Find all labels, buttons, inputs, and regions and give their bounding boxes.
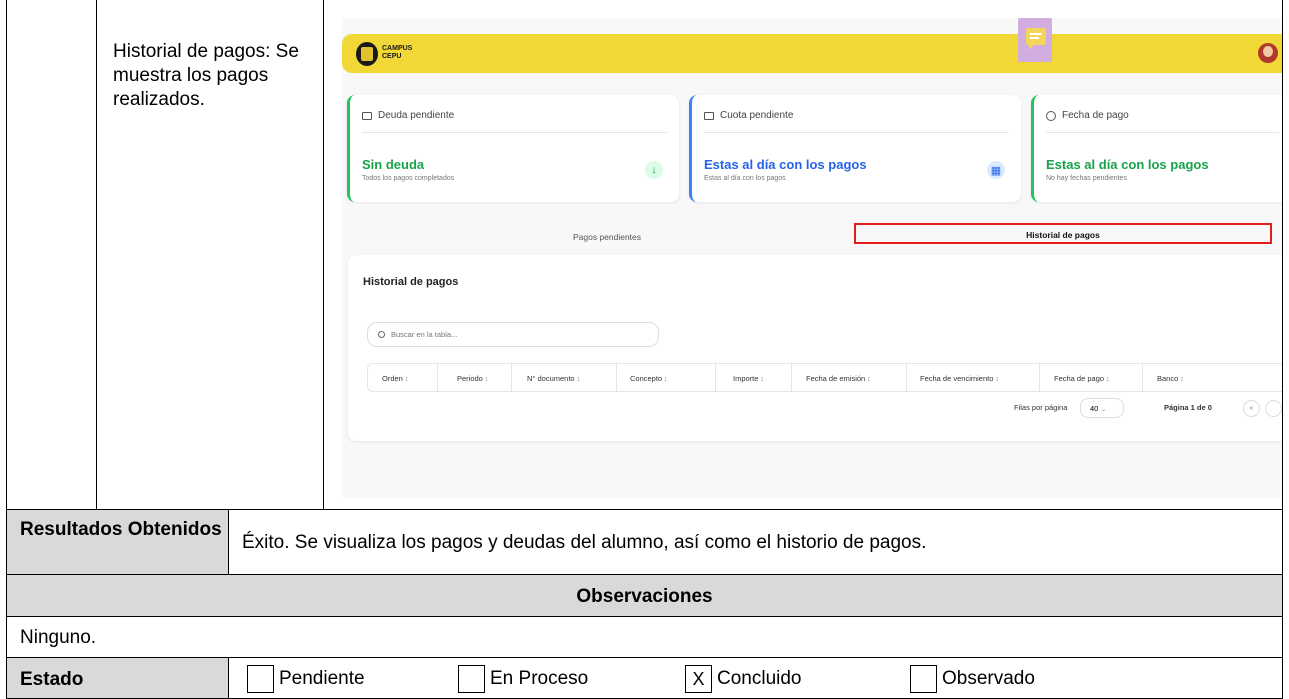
column-header[interactable]: Fecha de vencimiento [920, 374, 999, 383]
panel-title: Historial de pagos [363, 276, 459, 288]
status-option-observado[interactable]: Observado [910, 665, 1035, 693]
search-icon [378, 331, 385, 338]
column-header[interactable]: Periodo [457, 374, 488, 383]
app-screenshot: CAMPUS CEPU Deuda pendiente Sin deuda To… [342, 18, 1282, 498]
column-header[interactable]: Banco [1157, 374, 1184, 383]
observations-text: Ninguno. [20, 627, 97, 648]
status-option-label: Concluido [717, 668, 802, 689]
rows-per-page-label: Filas por página [1014, 403, 1068, 412]
debt-card-subtitle: Todos los pagos completados [362, 175, 455, 182]
column-header[interactable]: Fecha de pago [1054, 374, 1110, 383]
status-checkbox[interactable] [247, 665, 274, 693]
installment-card: Cuota pendiente Estas al día con los pag… [689, 95, 1021, 202]
column-header[interactable]: Importe [733, 374, 764, 383]
observations-text-cell: Ninguno. [6, 616, 1283, 658]
tab-payment-history[interactable]: Historial de pagos [854, 223, 1272, 244]
status-checkbox[interactable]: X [685, 665, 712, 693]
rows-per-page-value: 40 [1090, 404, 1099, 413]
column-header[interactable]: Fecha de emisión [806, 374, 871, 383]
first-page-button[interactable]: « [1243, 400, 1260, 417]
status-checkbox[interactable] [458, 665, 485, 693]
calendar-icon: ▦ [987, 161, 1005, 179]
payment-history-panel: Historial de pagos Buscar en la tabla...… [348, 255, 1282, 441]
brand-line-2: CEPU [382, 53, 402, 60]
step-number-cell [6, 0, 97, 510]
brand-line-1: CAMPUS [382, 45, 413, 52]
payment-date-card-header: Fecha de pago [1062, 110, 1129, 121]
status-option-pendiente[interactable]: Pendiente [247, 665, 365, 693]
step-description-cell: Historial de pagos: Se muestra los pagos… [96, 0, 324, 510]
status-option-label: Pendiente [279, 668, 365, 689]
installment-card-subtitle: Estas al día con los pagos [704, 175, 786, 182]
campus-logo-icon [356, 42, 378, 66]
status-label-cell: Estado [6, 657, 229, 699]
payment-date-card: Fecha de pago Estas al día con los pagos… [1031, 95, 1282, 202]
debt-card-header: Deuda pendiente [378, 110, 455, 121]
chevron-down-icon: ⌄ [1100, 404, 1107, 413]
status-label: Estado [20, 669, 84, 690]
results-label-cell: Resultados Obtenidos [6, 509, 229, 575]
brand-name: CAMPUS CEPU [382, 45, 412, 61]
card-icon [704, 111, 714, 120]
debt-card-title: Sin deuda [362, 157, 425, 172]
column-header[interactable]: Orden [382, 374, 408, 383]
rows-per-page-select[interactable]: 40 ⌄ [1080, 398, 1124, 418]
status-options-cell: Pendiente En Proceso X Concluido Observa… [228, 657, 1283, 699]
installment-card-header: Cuota pendiente [720, 110, 794, 121]
previous-page-button[interactable] [1265, 400, 1282, 417]
step-description: Historial de pagos: Se muestra los pagos… [113, 41, 299, 110]
results-text: Éxito. Se visualiza los pagos y deudas d… [242, 532, 927, 553]
clock-icon [1046, 110, 1056, 121]
status-checkbox[interactable] [910, 665, 937, 693]
app-header: CAMPUS CEPU [342, 34, 1282, 73]
column-header[interactable]: N° documento [527, 374, 580, 383]
column-header[interactable]: Concepto [630, 374, 668, 383]
status-option-label: En Proceso [490, 668, 589, 689]
table-header: Orden Periodo N° documento Concepto Impo… [367, 363, 1282, 392]
user-avatar[interactable] [1258, 43, 1278, 63]
arrow-down-icon: ↓ [645, 161, 663, 179]
tab-pending-payments[interactable]: Pagos pendientes [352, 232, 862, 242]
payment-date-card-subtitle: No hay fechas pendientes [1046, 175, 1127, 182]
search-input[interactable]: Buscar en la tabla... [367, 322, 659, 347]
debt-card: Deuda pendiente Sin deuda Todos los pago… [347, 95, 679, 202]
installment-card-title: Estas al día con los pagos [704, 157, 867, 172]
card-icon [362, 111, 372, 120]
chat-icon[interactable] [1018, 18, 1052, 62]
observations-header-cell: Observaciones [6, 574, 1283, 617]
observations-heading: Observaciones [576, 586, 713, 607]
status-option-en-proceso[interactable]: En Proceso [458, 665, 588, 693]
payment-date-card-title: Estas al día con los pagos [1046, 157, 1209, 172]
results-text-cell: Éxito. Se visualiza los pagos y deudas d… [228, 509, 1283, 575]
status-option-concluido[interactable]: X Concluido [685, 665, 802, 693]
results-label: Resultados Obtenidos [20, 519, 222, 540]
screenshot-cell: CAMPUS CEPU Deuda pendiente Sin deuda To… [323, 0, 1283, 510]
test-case-document: Historial de pagos: Se muestra los pagos… [0, 0, 1289, 699]
status-option-label: Observado [942, 668, 1035, 689]
search-placeholder: Buscar en la tabla... [391, 330, 458, 339]
page-indicator: Página 1 de 0 [1164, 403, 1212, 412]
